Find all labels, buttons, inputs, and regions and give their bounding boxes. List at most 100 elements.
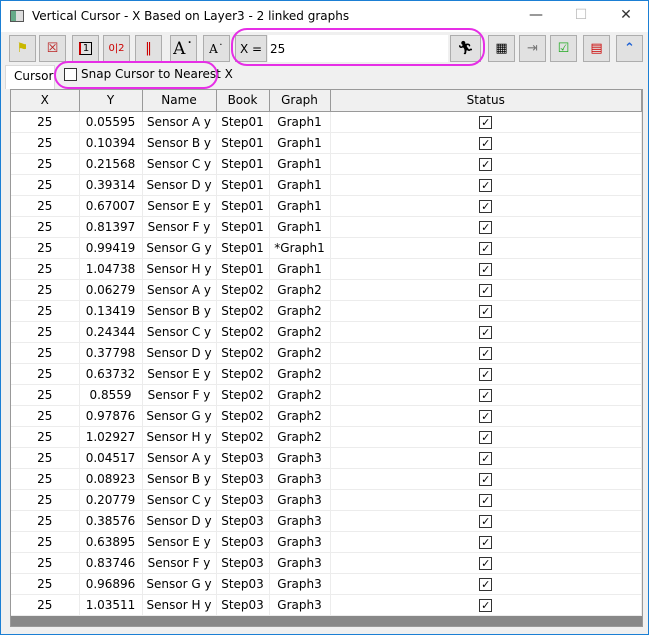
status-cell: ✓ (330, 279, 642, 301)
status-checkbox[interactable]: ✓ (479, 451, 493, 465)
graph-cell: Graph2 (269, 279, 331, 301)
table-row[interactable]: 25 0.81397 Sensor F y Step01 Graph1 ✓ (11, 216, 642, 238)
graph-layers-button[interactable]: ▤ (583, 35, 610, 62)
two-graphs-button[interactable]: 0|2 (103, 35, 130, 62)
column-header[interactable]: Graph (269, 90, 331, 112)
table-row[interactable]: 25 0.21568 Sensor C y Step01 Graph1 ✓ (11, 153, 642, 175)
snap-cursor-checkbox[interactable]: Snap Cursor to Nearest X (64, 67, 233, 81)
status-checkbox[interactable]: ✓ (479, 388, 493, 402)
table-row[interactable]: 25 0.38576 Sensor D y Step03 Graph3 ✓ (11, 510, 642, 532)
snap-checkbox-box[interactable] (64, 67, 77, 81)
status-checkbox[interactable]: ✓ (479, 136, 493, 150)
delete-label-button[interactable]: ☒ (39, 35, 66, 62)
table-row[interactable]: 25 0.39314 Sensor D y Step01 Graph1 ✓ (11, 174, 642, 196)
table-row[interactable]: 25 0.96896 Sensor G y Step03 Graph3 ✓ (11, 573, 642, 595)
decrease-font-button[interactable]: A˙ (203, 35, 230, 62)
status-checkbox[interactable]: ✓ (479, 325, 493, 339)
status-checkbox[interactable]: ✓ (479, 241, 493, 255)
table-row[interactable]: 25 0.08923 Sensor B y Step03 Graph3 ✓ (11, 468, 642, 490)
name-cell: Sensor D y (142, 510, 217, 532)
highlight-button[interactable]: ⚑ (9, 35, 36, 62)
table-row[interactable]: 25 1.04738 Sensor H y Step01 Graph1 ✓ (11, 258, 642, 280)
status-checkbox[interactable]: ✓ (479, 556, 493, 570)
app-icon (10, 10, 24, 22)
table-row[interactable]: 25 0.67007 Sensor E y Step01 Graph1 ✓ (11, 195, 642, 217)
status-checkbox[interactable]: ✓ (479, 283, 493, 297)
status-checkbox[interactable]: ✓ (479, 304, 493, 318)
status-cell: ✓ (330, 552, 642, 574)
name-cell: Sensor F y (142, 384, 217, 406)
cursor-bars-button[interactable]: ‖ (135, 35, 162, 62)
horizontal-scrollbar[interactable] (11, 616, 642, 626)
status-checkbox[interactable]: ✓ (479, 535, 493, 549)
y-cell: 0.63732 (79, 363, 143, 385)
status-checkbox[interactable]: ✓ (479, 346, 493, 360)
status-checkbox[interactable]: ✓ (479, 409, 493, 423)
table-row[interactable]: 25 1.02927 Sensor H y Step02 Graph2 ✓ (11, 426, 642, 448)
book-cell: Step01 (216, 195, 270, 217)
x-value-input[interactable] (268, 35, 448, 62)
table-row[interactable]: 25 0.05595 Sensor A y Step01 Graph1 ✓ (11, 111, 642, 133)
status-checkbox[interactable]: ✓ (479, 493, 493, 507)
table-row[interactable]: 25 0.63732 Sensor E y Step02 Graph2 ✓ (11, 363, 642, 385)
worksheet-button[interactable]: ▦ (488, 35, 515, 62)
graph-cell: Graph1 (269, 195, 331, 217)
status-checkbox[interactable]: ✓ (479, 178, 493, 192)
column-header[interactable]: Book (216, 90, 270, 112)
table-row[interactable]: 25 0.10394 Sensor B y Step01 Graph1 ✓ (11, 132, 642, 154)
status-checkbox[interactable]: ✓ (479, 430, 493, 444)
graph-cell: Graph3 (269, 594, 331, 616)
status-cell: ✓ (330, 300, 642, 322)
status-checkbox[interactable]: ✓ (479, 220, 493, 234)
table-row[interactable]: 25 0.24344 Sensor C y Step02 Graph2 ✓ (11, 321, 642, 343)
table-row[interactable]: 25 0.04517 Sensor A y Step03 Graph3 ✓ (11, 447, 642, 469)
x-cell: 25 (11, 174, 80, 196)
column-header[interactable]: Name (142, 90, 217, 112)
status-checkbox[interactable]: ✓ (479, 367, 493, 381)
status-checkbox[interactable]: ✓ (479, 115, 493, 129)
table-row[interactable]: 25 0.13419 Sensor B y Step02 Graph2 ✓ (11, 300, 642, 322)
go-button[interactable]: 🏃︎ (450, 35, 481, 62)
status-checkbox[interactable]: ✓ (479, 577, 493, 591)
name-cell: Sensor H y (142, 426, 217, 448)
y-cell: 0.08923 (79, 468, 143, 490)
table-row[interactable]: 25 0.37798 Sensor D y Step02 Graph2 ✓ (11, 342, 642, 364)
checklist-button[interactable]: ☑ (550, 35, 577, 62)
status-checkbox[interactable]: ✓ (479, 157, 493, 171)
status-checkbox[interactable]: ✓ (479, 598, 493, 612)
single-graph-button[interactable]: 1 (72, 35, 99, 62)
x-cell: 25 (11, 510, 80, 532)
tab-cursor[interactable]: Cursor (5, 65, 55, 89)
table-row[interactable]: 25 0.97876 Sensor G y Step02 Graph2 ✓ (11, 405, 642, 427)
book-cell: Step03 (216, 552, 270, 574)
column-header[interactable]: Y (79, 90, 143, 112)
column-header[interactable]: X (11, 90, 80, 112)
status-checkbox[interactable]: ✓ (479, 199, 493, 213)
name-cell: Sensor B y (142, 300, 217, 322)
column-header[interactable]: Status (330, 90, 642, 112)
status-cell: ✓ (330, 195, 642, 217)
table-row[interactable]: 25 0.06279 Sensor A y Step02 Graph2 ✓ (11, 279, 642, 301)
table-row[interactable]: 25 0.63895 Sensor E y Step03 Graph3 ✓ (11, 531, 642, 553)
export-button[interactable]: ⇥ (519, 35, 546, 62)
maximize-button[interactable]: ☐ (566, 7, 596, 23)
table-row[interactable]: 25 0.20779 Sensor C y Step03 Graph3 ✓ (11, 489, 642, 511)
table-row[interactable]: 25 0.8559 Sensor F y Step02 Graph2 ✓ (11, 384, 642, 406)
collapse-button[interactable]: ⌃ (616, 35, 643, 62)
x-cell: 25 (11, 489, 80, 511)
status-checkbox[interactable]: ✓ (479, 262, 493, 276)
x-cell: 25 (11, 594, 80, 616)
name-cell: Sensor E y (142, 531, 217, 553)
x-cell: 25 (11, 300, 80, 322)
x-cell: 25 (11, 468, 80, 490)
close-button[interactable]: ✕ (611, 7, 641, 23)
table-row[interactable]: 25 0.83746 Sensor F y Step03 Graph3 ✓ (11, 552, 642, 574)
minimize-button[interactable]: — (521, 7, 551, 23)
graph-cell: Graph1 (269, 153, 331, 175)
increase-font-button[interactable]: A˙ (170, 35, 197, 62)
table-row[interactable]: 25 0.99419 Sensor G y Step01 *Graph1 ✓ (11, 237, 642, 259)
status-cell: ✓ (330, 468, 642, 490)
table-row[interactable]: 25 1.03511 Sensor H y Step03 Graph3 ✓ (11, 594, 642, 616)
status-checkbox[interactable]: ✓ (479, 472, 493, 486)
status-checkbox[interactable]: ✓ (479, 514, 493, 528)
